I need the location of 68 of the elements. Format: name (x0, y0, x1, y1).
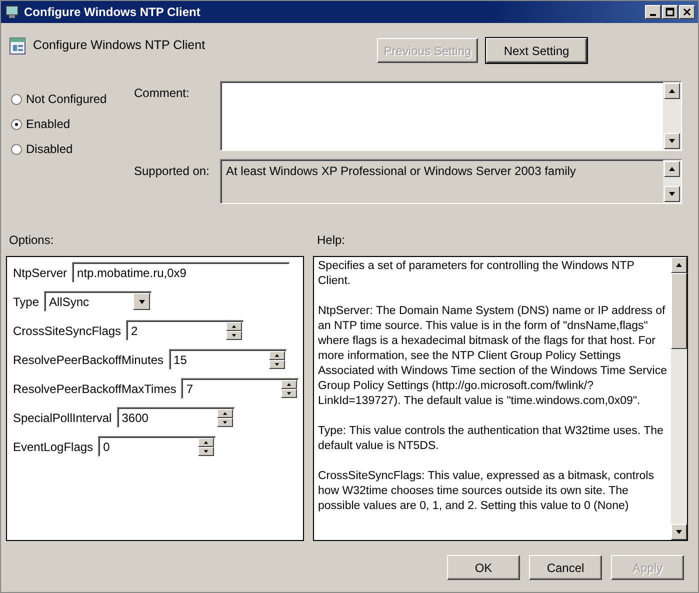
spin-up-button[interactable] (216, 408, 233, 418)
radio-label[interactable]: Enabled (26, 117, 70, 131)
scroll-up-button[interactable] (664, 83, 680, 99)
down-arrow-icon (220, 418, 229, 426)
scroll-down-button[interactable] (671, 524, 687, 540)
up-arrow-icon (272, 352, 281, 358)
option-label: ResolvePeerBackoffMinutes (13, 352, 164, 366)
option-label: CrossSiteSyncFlags (13, 324, 122, 338)
next-setting-button[interactable]: Next Setting (486, 38, 587, 63)
option-label: NtpServer (13, 266, 68, 280)
down-arrow-icon (272, 360, 281, 368)
spin-box[interactable]: 7 (181, 378, 300, 399)
maximize-icon (665, 7, 675, 17)
option-label: ResolvePeerBackoffMaxTimes (13, 382, 176, 396)
scroll-up-button[interactable] (671, 257, 687, 273)
option-label: Type (13, 294, 40, 308)
policy-icon (9, 36, 27, 56)
supported-on-text: At least Windows XP Professional or Windows Server 2003 family (225, 163, 577, 180)
spin-up-button[interactable] (281, 380, 298, 388)
minimize-button[interactable] (645, 5, 661, 19)
help-paragraph: Specifies a set of parameters for controlling the Windows NTP Client. (318, 259, 636, 289)
down-arrow-icon (202, 448, 210, 454)
supported-on-label: Supported on: (134, 163, 210, 180)
setting-title: Configure Windows NTP Client (33, 38, 206, 52)
radio-label[interactable]: Disabled (26, 142, 73, 156)
up-arrow-icon (285, 380, 294, 388)
ok-button[interactable]: OK (447, 555, 520, 580)
options-label: Options: (9, 233, 55, 249)
radio-button[interactable] (11, 94, 22, 104)
comment-field[interactable] (220, 81, 682, 151)
option-label: EventLogFlags (13, 440, 94, 454)
spin-up-button[interactable] (268, 350, 285, 360)
radio-label[interactable]: Not Configured (26, 92, 107, 106)
spin-box[interactable]: 3600 (116, 407, 235, 428)
help-paragraph: CrossSiteSyncFlags: This value, expressed as a bitmask, controls how W32time chooses time sources outside its own site. The possible values are 0, 1, and 2. Setting this value to 0 (None) (318, 469, 655, 514)
spin-down-button[interactable] (216, 418, 233, 426)
comment-label: Comment: (134, 85, 190, 102)
spin-down-button[interactable] (268, 360, 285, 368)
cancel-button[interactable]: Cancel (529, 555, 602, 580)
option-label: SpecialPollInterval (13, 410, 112, 424)
computer-icon (5, 5, 21, 19)
help-paragraph: Type: This value controls the authentication that W32time uses. The default value is NT5DS. (318, 424, 664, 454)
up-arrow-icon (230, 322, 238, 330)
spin-up-button[interactable] (226, 322, 242, 330)
scroll-down-button[interactable] (664, 186, 680, 202)
close-icon (682, 7, 692, 17)
window-title: Configure Windows NTP Client (24, 5, 202, 19)
help-label: Help: (317, 233, 346, 249)
minimize-icon (650, 14, 656, 16)
help-paragraph: NtpServer: The Domain Name System (DNS) name or IP address of an NTP time source. This value is in the form of "dnsName,flags" where flags is a hexadecimal bitmask of the flags for that host. For more information, see the NTP Client Group Policy Settings Associated with Windows Time section of the Windows Time Service Group Policy Settings (http://go.microsoft.com/fwlink/?LinkId=139727). The default value is "time.windows.com,0x09". (318, 304, 667, 409)
spin-box[interactable]: 0 (98, 436, 216, 457)
maximize-button[interactable] (662, 5, 678, 19)
text-field[interactable]: ntp.mobatime.ru,0x9 (72, 262, 290, 283)
radio-button[interactable] (11, 118, 22, 130)
radio-button[interactable] (11, 144, 22, 154)
dropdown-button[interactable] (133, 293, 150, 310)
up-arrow-icon (220, 410, 229, 416)
scroll-down-button[interactable] (664, 133, 680, 149)
down-arrow-icon (230, 332, 238, 338)
spin-box[interactable]: 15 (168, 349, 287, 370)
scroll-up-button[interactable] (664, 161, 680, 177)
up-arrow-icon (202, 438, 210, 446)
scroll-thumb[interactable] (671, 273, 687, 349)
close-button[interactable] (679, 5, 695, 19)
spin-up-button[interactable] (198, 438, 214, 446)
spin-box[interactable]: 2 (126, 320, 244, 341)
dropdown[interactable]: AllSync (44, 291, 152, 312)
down-arrow-icon (285, 390, 294, 396)
